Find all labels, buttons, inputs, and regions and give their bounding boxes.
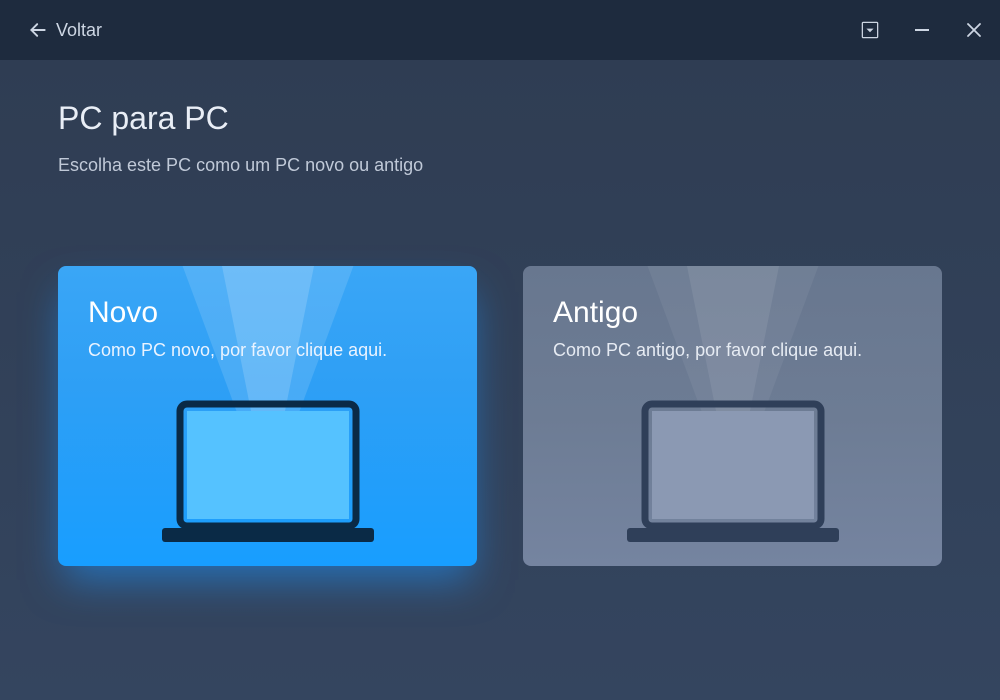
laptop-icon bbox=[625, 398, 841, 548]
card-old-pc[interactable]: Antigo Como PC antigo, por favor clique … bbox=[523, 266, 942, 566]
page-subtitle: Escolha este PC como um PC novo ou antig… bbox=[58, 155, 942, 176]
arrow-left-icon bbox=[28, 20, 48, 40]
laptop-icon bbox=[160, 398, 376, 548]
main-content: PC para PC Escolha este PC como um PC no… bbox=[0, 60, 1000, 700]
close-button[interactable] bbox=[962, 18, 986, 42]
card-old-desc: Como PC antigo, por favor clique aqui. bbox=[553, 340, 912, 361]
back-button-label: Voltar bbox=[56, 20, 102, 41]
minimize-icon bbox=[913, 21, 931, 39]
minimize-button[interactable] bbox=[910, 18, 934, 42]
card-new-desc: Como PC novo, por favor clique aqui. bbox=[88, 340, 447, 361]
titlebar: Voltar bbox=[0, 0, 1000, 60]
option-cards: Novo Como PC novo, por favor clique aqui… bbox=[58, 266, 942, 566]
page-title: PC para PC bbox=[58, 100, 942, 137]
card-new-title: Novo bbox=[88, 296, 447, 330]
card-old-title: Antigo bbox=[553, 296, 912, 330]
dropdown-button[interactable] bbox=[858, 18, 882, 42]
close-icon bbox=[965, 21, 983, 39]
back-button[interactable]: Voltar bbox=[28, 20, 102, 41]
window-controls bbox=[858, 18, 986, 42]
card-new-pc[interactable]: Novo Como PC novo, por favor clique aqui… bbox=[58, 266, 477, 566]
chevron-down-box-icon bbox=[861, 21, 879, 39]
